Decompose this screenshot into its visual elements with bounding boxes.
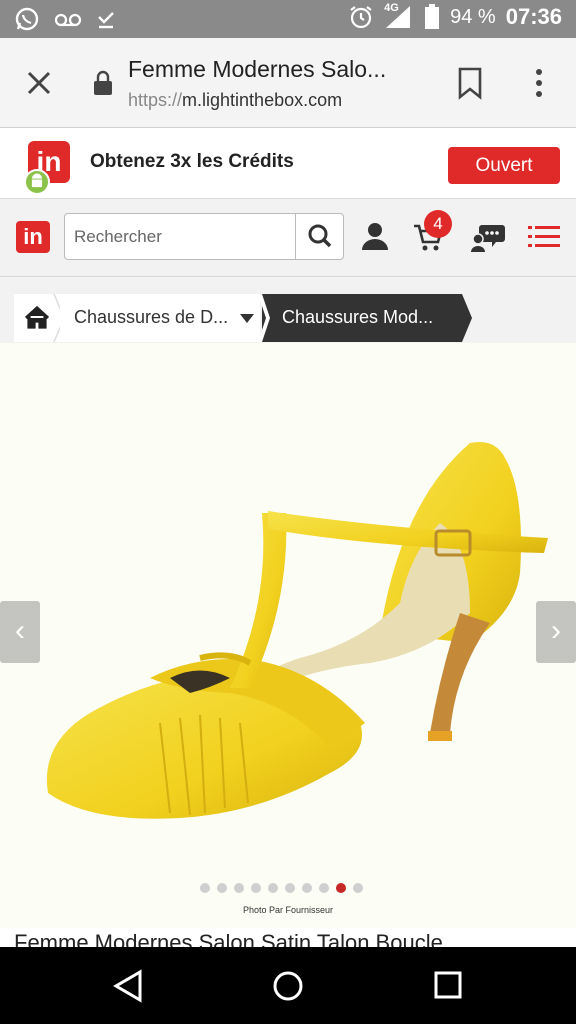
search-button[interactable] xyxy=(295,214,343,259)
lock-icon[interactable] xyxy=(92,70,114,96)
breadcrumb-notch xyxy=(258,294,270,342)
url-host: m.lightinthebox.com xyxy=(182,90,343,110)
home-nav-icon[interactable] xyxy=(272,969,304,1003)
site-logo[interactable]: in xyxy=(16,221,50,253)
breadcrumb-item-category[interactable]: Chaussures de D... xyxy=(60,294,260,342)
gallery-prev-button[interactable]: ‹ xyxy=(0,601,40,663)
gallery-dot[interactable] xyxy=(268,883,278,893)
gallery-dot[interactable] xyxy=(285,883,295,893)
search-box xyxy=(64,213,344,260)
whatsapp-icon xyxy=(15,7,39,31)
network-type: 4G xyxy=(384,2,399,14)
download-done-icon xyxy=(98,12,114,29)
battery-icon xyxy=(425,4,440,29)
gallery-dot[interactable] xyxy=(319,883,329,893)
close-icon[interactable] xyxy=(22,66,56,100)
gallery-dot[interactable] xyxy=(336,883,346,893)
menu-icon[interactable] xyxy=(528,224,560,250)
gallery-dot[interactable] xyxy=(302,883,312,893)
bookmark-icon[interactable] xyxy=(456,66,484,100)
url-scheme: https:// xyxy=(128,90,183,110)
gallery-dot[interactable] xyxy=(217,883,227,893)
breadcrumb-tip xyxy=(462,294,472,342)
signal-icon: 4G xyxy=(384,2,414,30)
recent-apps-icon[interactable] xyxy=(434,971,462,999)
gallery-dot[interactable] xyxy=(251,883,261,893)
breadcrumb-item-current[interactable]: Chaussures Mod... xyxy=(262,294,462,342)
clock: 07:36 xyxy=(505,4,562,29)
site-header: in xyxy=(0,199,576,277)
open-app-button[interactable]: Ouvert xyxy=(448,147,560,184)
gallery-pagination xyxy=(200,883,363,893)
gallery-next-button[interactable]: › xyxy=(536,601,576,663)
gallery-dot[interactable] xyxy=(234,883,244,893)
product-image xyxy=(46,442,548,819)
more-options-icon[interactable] xyxy=(530,66,548,100)
search-icon xyxy=(308,224,332,248)
breadcrumb: Chaussures de D... Chaussures Mod... xyxy=(0,277,576,343)
search-input[interactable] xyxy=(65,214,295,259)
breadcrumb-label: Chaussures de D... xyxy=(74,307,229,327)
browser-toolbar: Femme Modernes Salo... https://m.lightin… xyxy=(0,38,576,128)
promo-message: Obtenez 3x les Crédits xyxy=(90,151,294,172)
account-icon[interactable] xyxy=(360,221,390,251)
photo-credit: Photo Par Fournisseur xyxy=(242,905,334,915)
chevron-down-icon xyxy=(240,314,254,323)
product-title: Femme Modernes Salon Satin Talon Boucle xyxy=(14,930,443,948)
gallery-dot[interactable] xyxy=(200,883,210,893)
chat-icon[interactable] xyxy=(470,219,506,253)
system-nav-bar xyxy=(0,947,576,1024)
url-bar[interactable]: https://m.lightinthebox.com xyxy=(128,90,342,111)
app-promo-banner: in Obtenez 3x les Crédits Ouvert xyxy=(0,129,576,199)
battery-level: 94 % xyxy=(450,5,496,28)
screen: 4G 94 % 07:36 Femme Modernes Salo... htt… xyxy=(0,0,576,1024)
alarm-icon xyxy=(350,6,372,29)
status-bar: 4G 94 % 07:36 xyxy=(0,0,576,38)
back-icon[interactable] xyxy=(112,969,144,1003)
product-gallery[interactable]: ‹ › Photo Par Fournisseur xyxy=(0,343,576,928)
page-title[interactable]: Femme Modernes Salo... xyxy=(128,56,386,83)
cart-count-badge: 4 xyxy=(424,210,452,238)
gallery-dot[interactable] xyxy=(353,883,363,893)
voicemail-icon xyxy=(54,13,82,27)
android-icon xyxy=(24,169,50,195)
breadcrumb-label: Chaussures Mod... xyxy=(282,307,434,327)
